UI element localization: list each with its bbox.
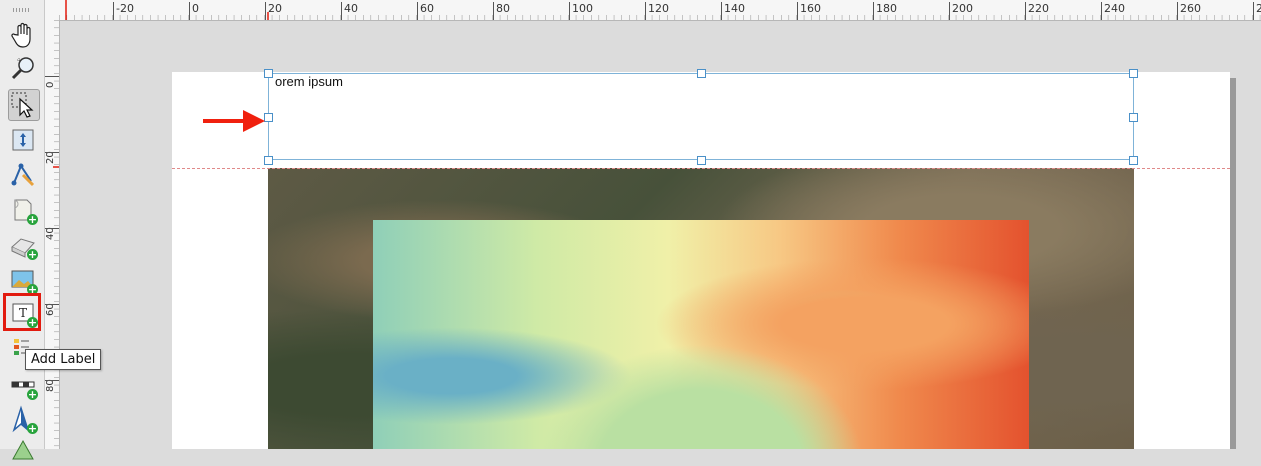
ruler-major-tick: [873, 2, 874, 20]
plus-icon: +: [27, 422, 38, 435]
ruler-label: 140: [724, 2, 745, 15]
ruler-major-tick: [1025, 2, 1026, 20]
ruler-label: 100: [572, 2, 593, 15]
ruler-major-tick: [45, 76, 59, 77]
resize-handle-top-left[interactable]: [264, 69, 273, 78]
layout-page[interactable]: orem ipsum: [172, 69, 1230, 449]
add-picture-tool-button[interactable]: +: [8, 265, 38, 295]
layout-toolbox: + + + T + + +: [0, 0, 45, 460]
add-shape-icon: [12, 439, 34, 460]
red-arrow-annotation: [203, 110, 265, 132]
ruler-label: 80: [45, 379, 56, 392]
ruler-major-tick: [1253, 2, 1254, 20]
hand-icon: [11, 22, 31, 48]
edit-nodes-icon: [11, 163, 35, 187]
ruler-label: 220: [1028, 2, 1049, 15]
ruler-major-tick: [417, 2, 418, 20]
ruler-label: 0: [192, 2, 199, 15]
resize-handle-top[interactable]: [697, 69, 706, 78]
select-arrow-icon: [11, 92, 34, 118]
plus-icon: +: [27, 388, 38, 401]
ruler-label: 40: [45, 227, 56, 240]
ruler-major-tick: [45, 152, 59, 153]
ruler-major-tick: [1101, 2, 1102, 20]
ruler-major-tick: [949, 2, 950, 20]
resize-handle-bottom-left[interactable]: [264, 156, 273, 165]
ruler-label: 60: [420, 2, 434, 15]
ruler-major-tick: [265, 2, 266, 20]
label-text: orem ipsum: [275, 74, 343, 89]
ruler-label: 240: [1104, 2, 1125, 15]
select-move-tool-button[interactable]: [8, 89, 40, 121]
layout-canvas[interactable]: orem ipsum: [60, 21, 1261, 449]
ruler-major-tick: [1177, 2, 1178, 20]
ruler-label: 60: [45, 303, 56, 316]
basemap-imagery[interactable]: [268, 168, 1134, 449]
ruler-major-tick: [569, 2, 570, 20]
add-map-tool-button[interactable]: +: [8, 195, 38, 225]
vertical-ruler[interactable]: 0 20 40 60 80: [45, 20, 60, 449]
ruler-label: 20: [268, 2, 282, 15]
resize-handle-bottom-right[interactable]: [1129, 156, 1138, 165]
add-north-arrow-tool-button[interactable]: +: [8, 404, 38, 434]
tooltip-add-label: Add Label: [25, 349, 102, 370]
ruler-major-tick: [45, 380, 59, 381]
ruler-major-tick: [645, 2, 646, 20]
add-scalebar-tool-button[interactable]: +: [8, 370, 38, 400]
zoom-tool-button[interactable]: [8, 53, 38, 83]
toolbar-grip[interactable]: [13, 8, 31, 12]
move-content-icon: [12, 129, 34, 151]
ruler-label: 260: [1180, 2, 1201, 15]
plus-icon: +: [27, 213, 38, 226]
resize-handle-right[interactable]: [1129, 113, 1138, 122]
resize-handle-bottom[interactable]: [697, 156, 706, 165]
ruler-label: -20: [116, 2, 134, 15]
add-3d-map-tool-button[interactable]: +: [8, 230, 38, 260]
plus-icon: +: [27, 248, 38, 261]
snap-guide-line: [172, 168, 1230, 169]
ruler-major-tick: [797, 2, 798, 20]
ruler-major-tick: [113, 2, 114, 20]
ruler-major-tick: [493, 2, 494, 20]
ruler-label: 40: [344, 2, 358, 15]
edit-nodes-tool-button[interactable]: [8, 160, 38, 190]
ruler-label: 20: [45, 151, 56, 164]
add-shape-tool-button[interactable]: [8, 436, 38, 466]
magnifier-icon: [11, 57, 34, 80]
ruler-major-tick: [45, 228, 59, 229]
ruler-label: 200: [952, 2, 973, 15]
resize-handle-top-right[interactable]: [1129, 69, 1138, 78]
label-item[interactable]: orem ipsum: [268, 73, 1134, 160]
pan-tool-button[interactable]: [8, 20, 38, 50]
ruler-major-tick: [189, 2, 190, 20]
add-label-highlight-box: [3, 293, 41, 331]
ruler-major-tick: [341, 2, 342, 20]
ruler-major-tick: [721, 2, 722, 20]
ruler-label: 80: [496, 2, 510, 15]
ruler-major-tick: [45, 304, 59, 305]
ruler-label: 160: [800, 2, 821, 15]
ruler-label: 280: [1256, 2, 1261, 15]
heatmap-raster: [373, 220, 1029, 449]
ruler-label: 180: [876, 2, 897, 15]
move-content-tool-button[interactable]: [8, 125, 38, 155]
horizontal-ruler[interactable]: -20 0 20 40 60 80 100 120 140 160 180 200 220 240 260 2…: [59, 0, 1261, 21]
ruler-label: 120: [648, 2, 669, 15]
ruler-label: 0: [45, 81, 56, 88]
ruler-corner: [45, 0, 60, 21]
resize-handle-left[interactable]: [264, 113, 273, 122]
